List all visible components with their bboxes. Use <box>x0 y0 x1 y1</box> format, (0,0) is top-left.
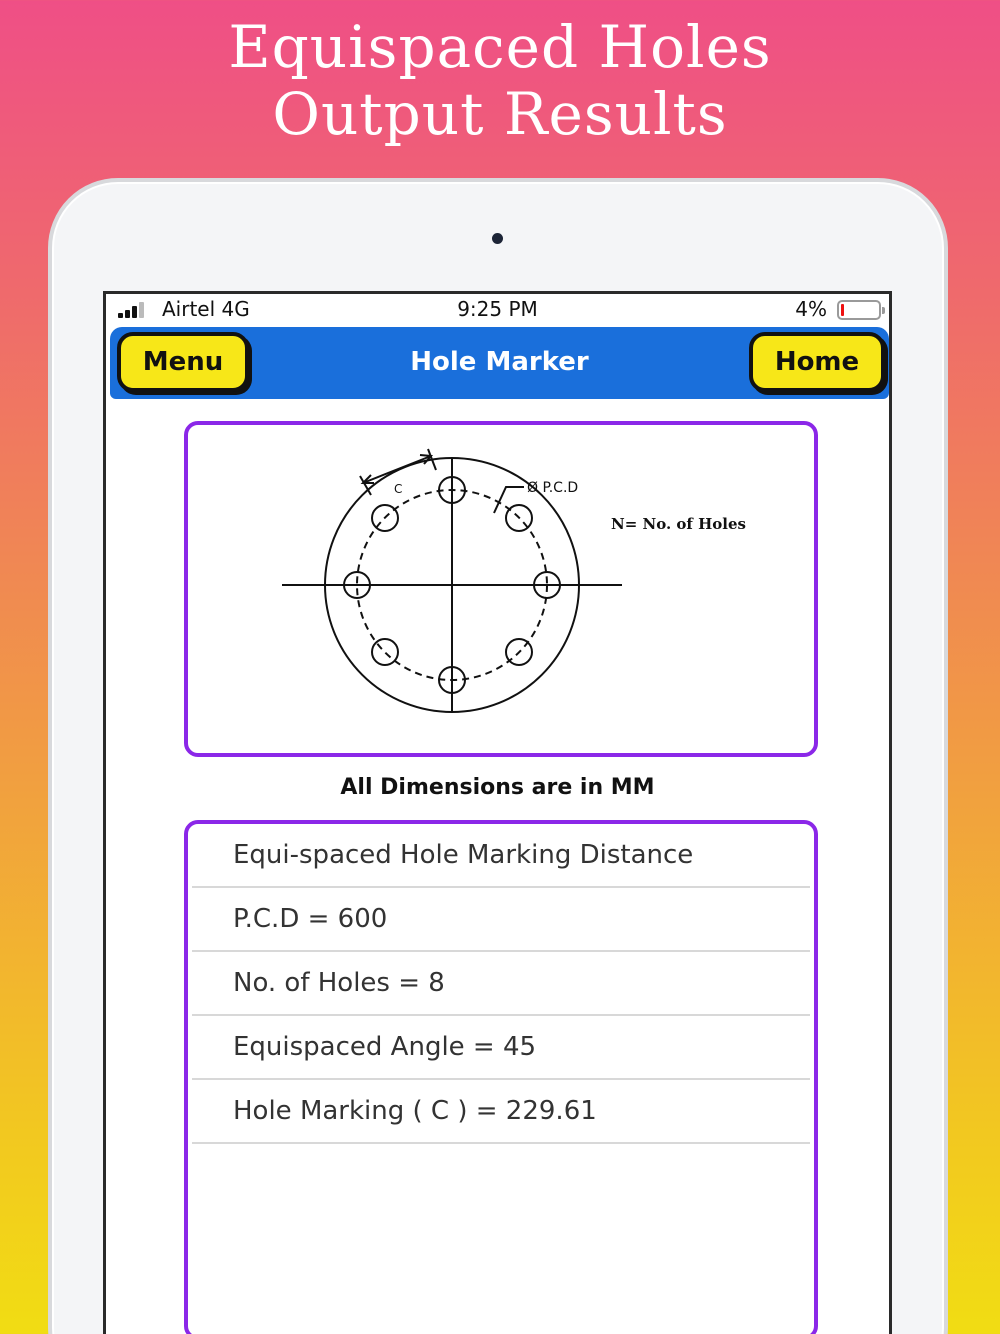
results-heading: Equi-spaced Hole Marking Distance <box>192 824 810 888</box>
label-no-of-holes: N= No. of Holes <box>611 515 746 533</box>
battery-level <box>841 304 844 316</box>
result-row-angle: Equispaced Angle = 45 <box>192 1016 810 1080</box>
dim-line-c <box>362 455 432 484</box>
hole-6 <box>371 638 399 666</box>
home-button[interactable]: Home <box>749 332 885 392</box>
dimensions-note: All Dimensions are in MM <box>340 775 655 800</box>
camera-dot <box>492 233 503 244</box>
results-card: Equi-spaced Hole Marking Distance P.C.D … <box>184 820 818 1334</box>
label-c: C <box>394 482 402 496</box>
label-pcd: Ø P.C.D <box>527 480 578 496</box>
promo-title-line-1: Equispaced Holes <box>228 13 772 81</box>
result-row-pcd: P.C.D = 600 <box>192 888 810 952</box>
app-screen: Airtel 4G 9:25 PM 4% Menu Hole Marker Ho… <box>103 291 892 1334</box>
result-row-marking: Hole Marking ( C ) = 229.61 <box>192 1080 810 1144</box>
battery-percent: 4% <box>795 297 827 321</box>
result-row-holes: No. of Holes = 8 <box>192 952 810 1016</box>
clock: 9:25 PM <box>457 297 538 321</box>
battery-icon <box>837 300 885 320</box>
nav-bar: Menu Hole Marker Home <box>110 327 889 399</box>
status-bar: Airtel 4G 9:25 PM 4% <box>106 294 889 326</box>
pcd-diagram: C Ø P.C.D N= No. of Holes <box>282 448 746 713</box>
pcd-diagram-card: C Ø P.C.D N= No. of Holes <box>184 421 818 757</box>
promo-title: Equispaced Holes Output Results <box>0 14 1000 148</box>
promo-title-line-2: Output Results <box>272 80 728 148</box>
